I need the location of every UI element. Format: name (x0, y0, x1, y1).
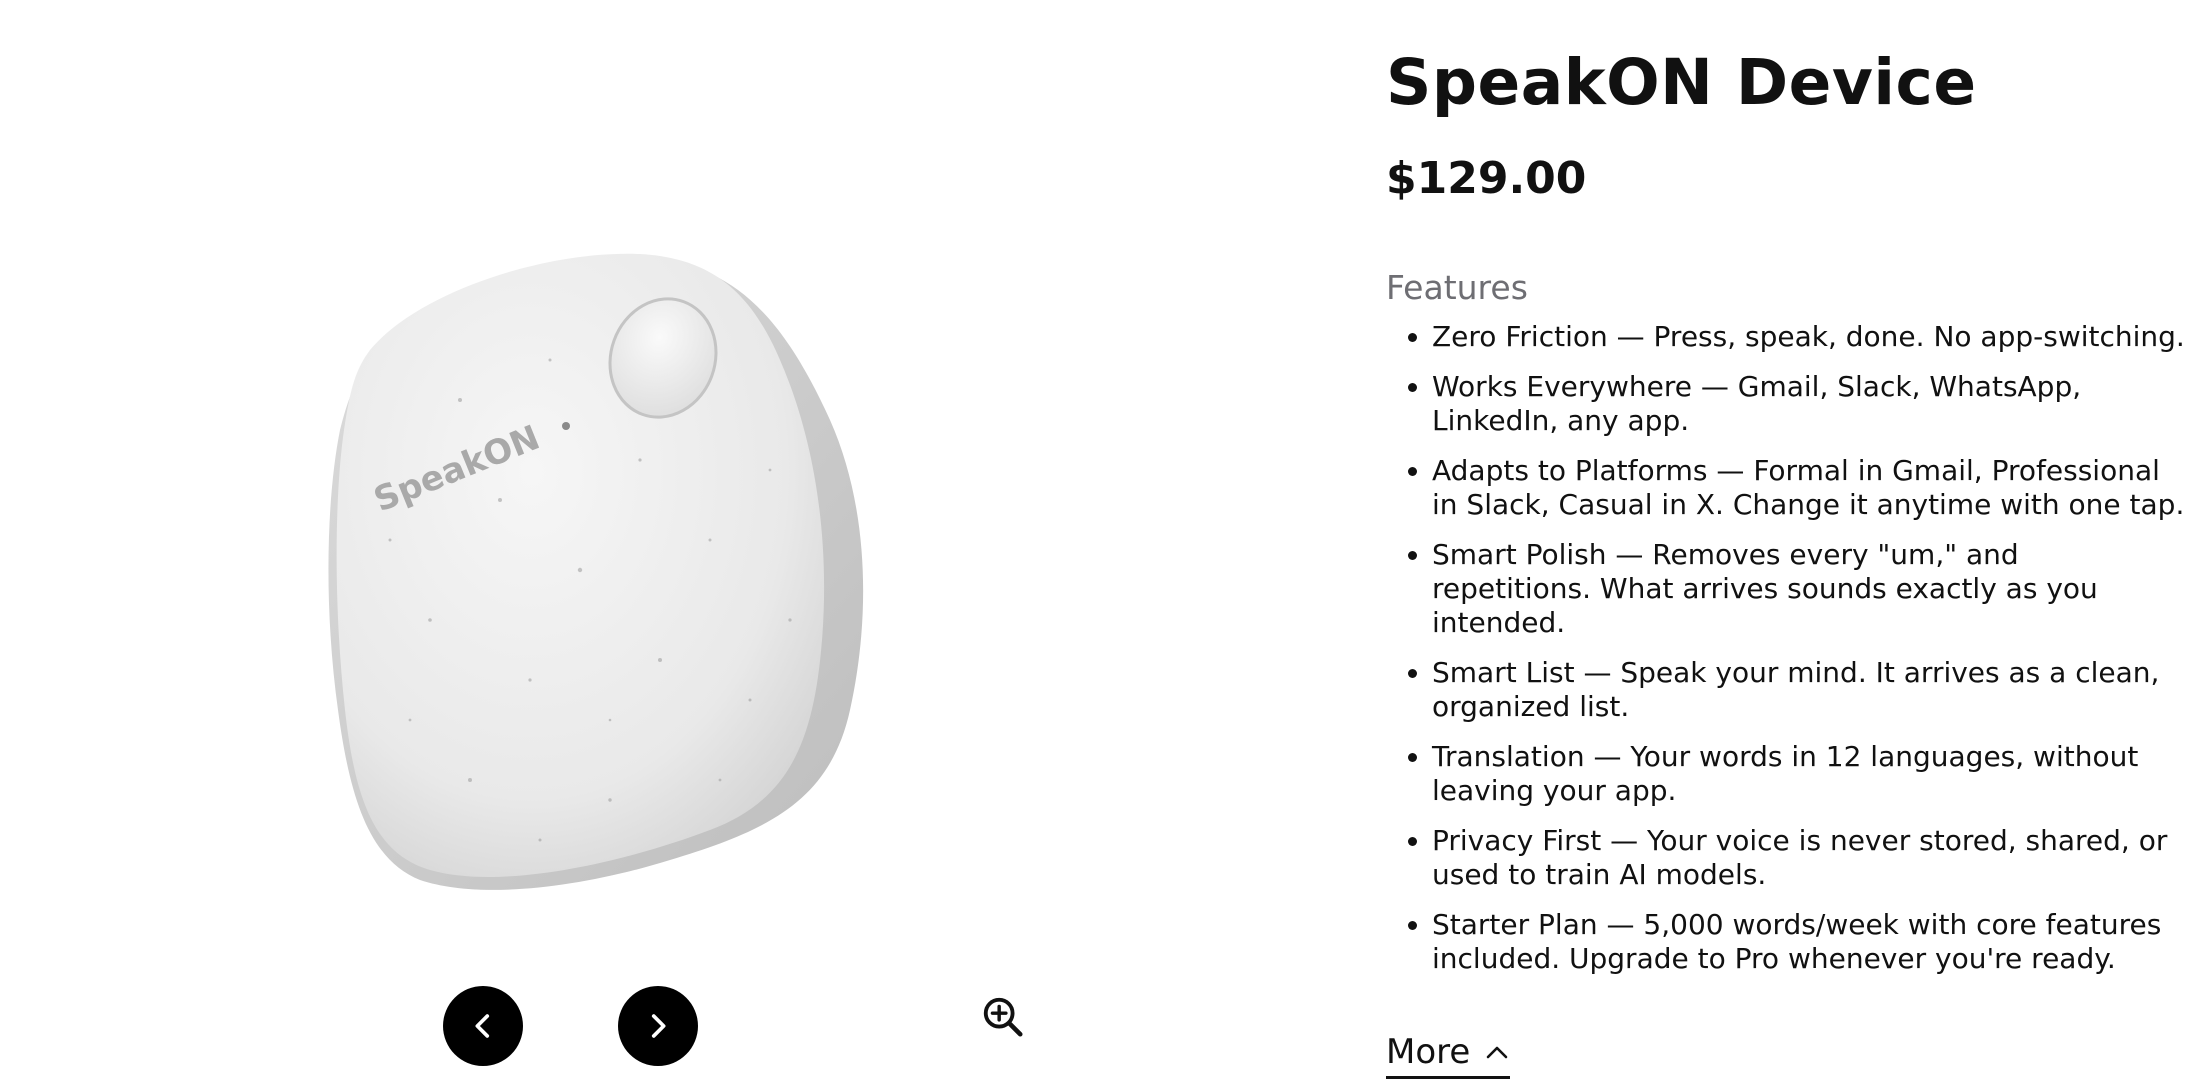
feature-item: Starter Plan — 5,000 words/week with cor… (1432, 908, 2186, 976)
feature-item: Works Everywhere — Gmail, Slack, WhatsAp… (1432, 370, 2186, 438)
chevron-up-icon (1486, 1046, 1508, 1059)
product-info: SpeakON Device $129.00 Features Zero Fri… (1386, 40, 2186, 1079)
feature-item: Adapts to Platforms — Formal in Gmail, P… (1432, 454, 2186, 522)
zoom-in-icon (983, 997, 1023, 1037)
chevron-right-icon (651, 1014, 666, 1038)
chevron-left-icon (475, 1014, 490, 1038)
product-gallery: SpeakON (0, 0, 1300, 1066)
feature-item: Privacy First — Your voice is never stor… (1432, 824, 2186, 892)
feature-item: Translation — Your words in 12 languages… (1432, 740, 2186, 808)
previous-image-button[interactable] (443, 986, 523, 1066)
zoom-button[interactable] (980, 994, 1026, 1040)
features-list: Zero Friction — Press, speak, done. No a… (1386, 320, 2186, 976)
feature-item: Zero Friction — Press, speak, done. No a… (1432, 320, 2186, 354)
product-title: SpeakON Device (1386, 46, 1977, 119)
product-image: SpeakON (310, 240, 870, 920)
more-toggle[interactable]: More (1386, 1030, 1511, 1079)
more-label: More (1386, 1032, 1471, 1072)
product-price: $129.00 (1386, 153, 1587, 204)
feature-item: Smart List — Speak your mind. It arrives… (1432, 656, 2186, 724)
next-image-button[interactable] (618, 986, 698, 1066)
feature-item: Smart Polish — Removes every "um," and r… (1432, 538, 2186, 640)
features-heading: Features (1386, 268, 1528, 307)
